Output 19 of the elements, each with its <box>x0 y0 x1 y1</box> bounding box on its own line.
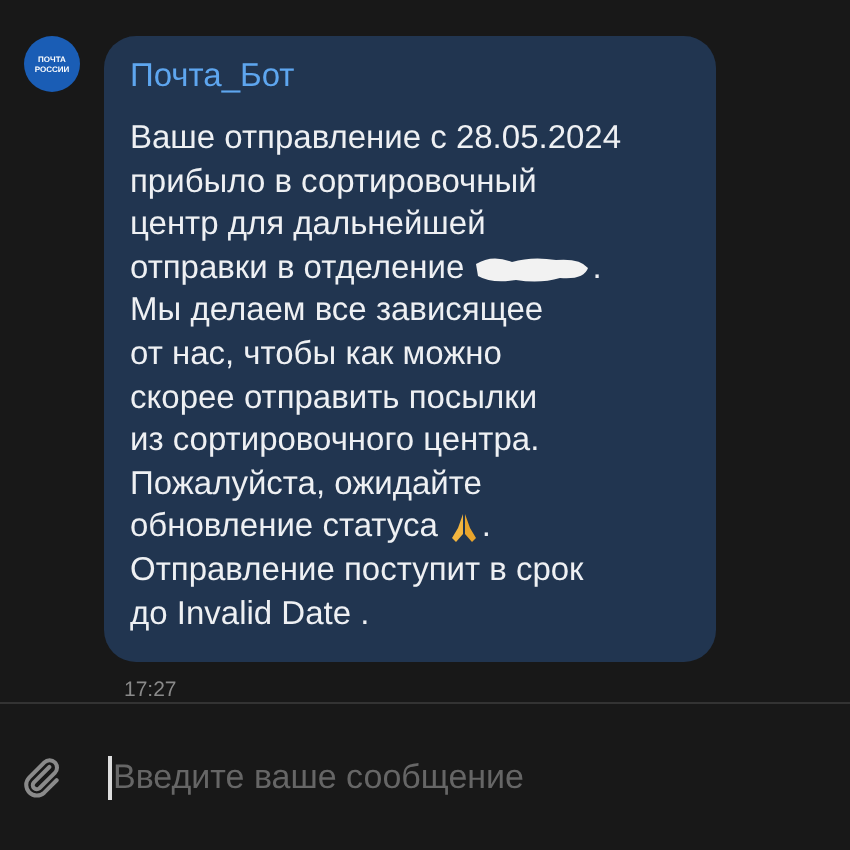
message-text: Отправление поступит в срок <box>130 549 584 592</box>
message-text: до Invalid Date . <box>130 593 370 636</box>
message-text: Ваше отправление с 28.05.2024 <box>130 118 622 160</box>
message-input[interactable]: Введите ваше сообщение <box>111 757 850 797</box>
message-text: . <box>592 247 602 290</box>
text-cursor <box>108 755 111 799</box>
attach-icon[interactable] <box>20 755 64 799</box>
message-time: 17:27 <box>124 678 179 702</box>
message-text: Пожалуйста, ожидайте <box>130 463 482 506</box>
message-text: обновление статуса <box>130 506 438 549</box>
message-text: скорее отправить посылки <box>130 377 538 420</box>
message-text: центр для дальнейшей <box>130 204 486 247</box>
message-text: Мы делаем все зависящее <box>130 290 544 333</box>
message-text: прибыло в сортировочный <box>130 161 537 204</box>
message-text: отправки в отделение <box>130 247 465 290</box>
message-text: от нас, чтобы как можно <box>130 333 502 376</box>
sender-name: Почта_Бот <box>130 58 297 96</box>
message-text: из сортировочного центра. <box>130 420 540 463</box>
message-text: . <box>481 506 491 549</box>
